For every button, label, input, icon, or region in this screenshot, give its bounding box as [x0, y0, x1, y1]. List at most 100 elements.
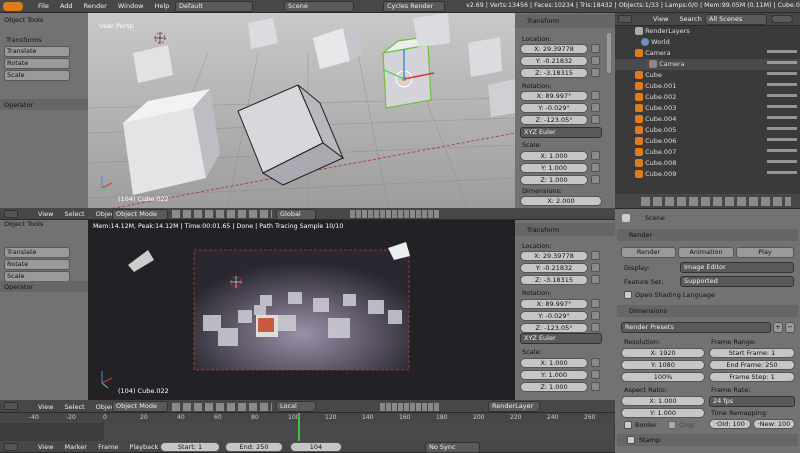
resolution-percent-field[interactable]: 100%: [621, 372, 705, 382]
display-mode-select[interactable]: All Scenes: [705, 14, 767, 25]
lock-icon[interactable]: [591, 358, 600, 367]
outliner-item[interactable]: Cube.007: [635, 147, 676, 158]
menu-view[interactable]: View: [38, 403, 53, 411]
lock-icon[interactable]: [591, 251, 600, 260]
remove-preset-button[interactable]: −: [785, 322, 795, 333]
menu-marker[interactable]: Marker: [65, 443, 87, 451]
feature-set-select[interactable]: Supported: [680, 276, 794, 287]
menu-window[interactable]: Window: [118, 2, 144, 10]
editor-type-icon[interactable]: [4, 210, 18, 218]
location-x-field[interactable]: X: 29.39778: [520, 251, 588, 261]
rotation-mode-select[interactable]: XYZ Euler: [520, 127, 602, 138]
scale-y-field[interactable]: Y: 1.000: [520, 370, 588, 380]
blender-logo-icon[interactable]: [3, 2, 23, 11]
lock-icon[interactable]: [591, 68, 600, 77]
render-button[interactable]: Render: [621, 247, 676, 258]
lock-icon[interactable]: [591, 175, 600, 184]
rotation-z-field[interactable]: Z: -123.05°: [520, 115, 588, 125]
shading-icons[interactable]: [172, 210, 272, 218]
outliner-item[interactable]: Cube: [635, 70, 662, 81]
lock-icon[interactable]: [591, 151, 600, 160]
frame-step-field[interactable]: Frame Step: 1: [709, 372, 795, 382]
search-icon[interactable]: [771, 15, 793, 23]
end-frame-field[interactable]: End: 250: [225, 442, 283, 452]
resolution-x-field[interactable]: X: 1920: [621, 348, 705, 358]
layer-buttons[interactable]: [350, 210, 440, 218]
rotation-mode-select[interactable]: XYZ Euler: [520, 333, 602, 344]
layer-buttons[interactable]: [380, 403, 440, 411]
start-frame-field[interactable]: Start: 1: [160, 442, 220, 452]
rotation-x-field[interactable]: X: 89.997°: [520, 91, 588, 101]
display-select[interactable]: Image Editor: [680, 262, 794, 273]
dimensions-x-field[interactable]: X: 2.000: [520, 196, 602, 206]
rotate-button[interactable]: Rotate: [4, 259, 70, 270]
render-layer-select[interactable]: RenderLayer: [488, 401, 540, 412]
scale-x-field[interactable]: X: 1.000: [520, 358, 588, 368]
lock-icon[interactable]: [591, 382, 600, 391]
menu-add[interactable]: Add: [60, 2, 73, 10]
menu-view[interactable]: View: [653, 15, 668, 23]
outliner-item[interactable]: Cube.005: [635, 125, 676, 136]
outliner-item[interactable]: Cube.008: [635, 158, 676, 169]
timeline[interactable]: -40 -20 0 20 40 60 80 100 120 140 160 180 200 220 240 2…: [0, 413, 615, 441]
border-checkbox[interactable]: [624, 421, 632, 429]
play-button[interactable]: Play: [736, 247, 794, 258]
crop-checkbox[interactable]: [668, 421, 676, 429]
top-viewport[interactable]: User Persp (104) Cube.022: [88, 13, 515, 208]
scale-x-field[interactable]: X: 1.000: [520, 151, 588, 161]
lock-icon[interactable]: [591, 103, 600, 112]
menu-frame[interactable]: Frame: [98, 443, 118, 451]
lock-icon[interactable]: [591, 299, 600, 308]
location-z-field[interactable]: Z: -3.18315: [520, 275, 588, 285]
menu-search[interactable]: Search: [680, 15, 702, 23]
start-frame-field[interactable]: Start Frame: 1: [709, 348, 795, 358]
current-frame-marker[interactable]: [298, 413, 301, 441]
lock-icon[interactable]: [591, 115, 600, 124]
mode-select[interactable]: Object Mode: [112, 209, 168, 220]
menu-select[interactable]: Select: [65, 403, 85, 411]
outliner-item[interactable]: Cube.001: [635, 81, 676, 92]
lock-icon[interactable]: [591, 91, 600, 100]
outliner-item[interactable]: Camera: [635, 48, 671, 59]
lock-icon[interactable]: [591, 44, 600, 53]
resolution-y-field[interactable]: Y: 1080: [621, 360, 705, 370]
sync-select[interactable]: No Sync: [425, 442, 480, 453]
location-x-field[interactable]: X: 29.39778: [520, 44, 588, 54]
current-frame-field[interactable]: 104: [290, 442, 342, 452]
remap-old-field[interactable]: ·Old: 100: [709, 419, 751, 429]
menu-select[interactable]: Select: [65, 210, 85, 218]
aspect-x-field[interactable]: X: 1.000: [621, 396, 705, 406]
properties-context-tabs[interactable]: [641, 197, 791, 206]
remap-new-field[interactable]: ·New: 100: [753, 419, 795, 429]
lock-icon[interactable]: [591, 323, 600, 332]
screen-layout-select[interactable]: Default: [175, 1, 253, 12]
menu-playback[interactable]: Playback: [129, 443, 158, 451]
outliner-item[interactable]: Cube.002: [635, 92, 676, 103]
lock-icon[interactable]: [591, 275, 600, 284]
menu-help[interactable]: Help: [155, 2, 170, 10]
outliner-item[interactable]: Cube.004: [635, 114, 676, 125]
menu-view[interactable]: View: [38, 210, 53, 218]
menu-view[interactable]: View: [38, 443, 53, 451]
aspect-y-field[interactable]: Y: 1.000: [621, 408, 705, 418]
rotation-y-field[interactable]: Y: -0.029°: [520, 311, 588, 321]
lock-icon[interactable]: [591, 311, 600, 320]
editor-type-icon[interactable]: [618, 15, 632, 23]
end-frame-field[interactable]: End Frame: 250: [709, 360, 795, 370]
fps-select[interactable]: 24 fps: [709, 396, 795, 407]
location-y-field[interactable]: Y: -0.21832: [520, 56, 588, 66]
lock-icon[interactable]: [591, 263, 600, 272]
outliner-item[interactable]: Cube.003: [635, 103, 676, 114]
outliner-item[interactable]: World: [641, 37, 670, 48]
location-z-field[interactable]: Z: -3.18315: [520, 68, 588, 78]
render-engine-select[interactable]: Cycles Render: [383, 1, 445, 12]
bottom-viewport[interactable]: Mem:14.12M, Peak:14.12M | Time:00:01.65 …: [88, 220, 515, 400]
mode-select[interactable]: Object Mode: [112, 401, 168, 412]
outliner-item[interactable]: Camera: [649, 59, 685, 70]
scale-z-field[interactable]: Z: 1.000: [520, 175, 588, 185]
outliner-item[interactable]: RenderLayers: [635, 26, 690, 37]
lock-icon[interactable]: [591, 163, 600, 172]
scene-select[interactable]: Scene: [284, 1, 354, 12]
translate-button[interactable]: Translate: [4, 46, 70, 57]
add-preset-button[interactable]: +: [773, 322, 783, 333]
